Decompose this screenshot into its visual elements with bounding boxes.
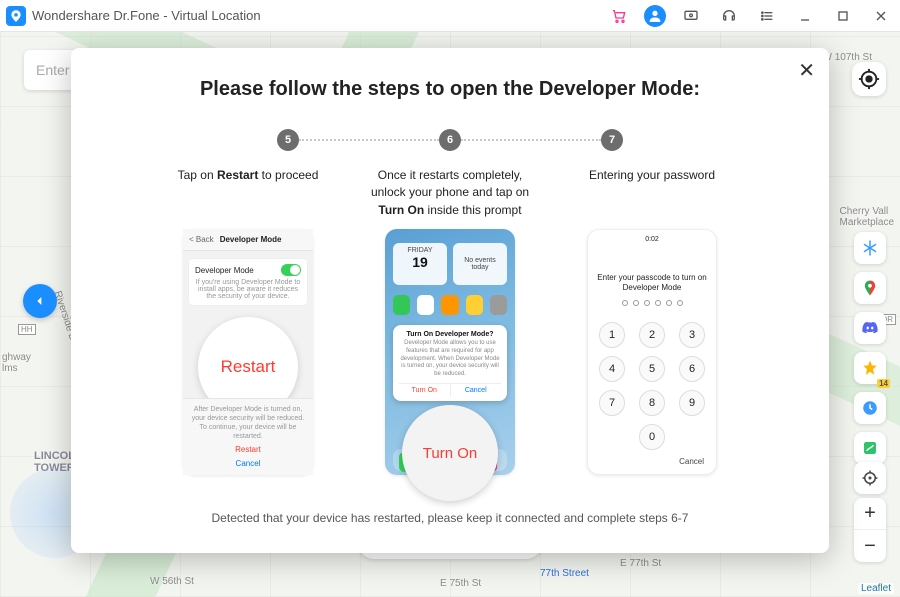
key-8: 8 [639, 390, 665, 416]
step-line [299, 139, 439, 141]
turn-on-prompt: Turn On Developer Mode? Developer Mode a… [393, 325, 507, 401]
phone-mock-turnon: FRIDAY19 No events today Turn On Develop… [385, 229, 515, 475]
key-4: 4 [599, 356, 625, 382]
maximize-button[interactable] [830, 3, 856, 29]
titlebar-actions [606, 3, 894, 29]
key-6: 6 [679, 356, 705, 382]
turnon-callout: Turn On [402, 405, 498, 501]
step-5: Tap on Restart to proceed < Back Develope… [163, 167, 333, 475]
step-dot-6: 6 [439, 129, 461, 151]
step-6-desc: Once it restarts completely, unlock your… [365, 167, 535, 221]
phone3-time: 0:02 [588, 230, 716, 249]
cart-icon[interactable] [606, 3, 632, 29]
key-9: 9 [679, 390, 705, 416]
menu-icon[interactable] [754, 3, 780, 29]
key-2: 2 [639, 322, 665, 348]
app-title: Wondershare Dr.Fone - Virtual Location [32, 8, 606, 23]
toggle-icon [281, 264, 301, 276]
phone1-row-label: Developer Mode [195, 266, 254, 275]
modal-overlay: ✕ Please follow the steps to open the De… [0, 32, 900, 597]
titlebar: Wondershare Dr.Fone - Virtual Location [0, 0, 900, 32]
passcode-dots [588, 300, 716, 306]
phone1-blurb: If you're using Developer Mode to instal… [196, 279, 300, 300]
key-3: 3 [679, 322, 705, 348]
step-indicator: 5 6 7 [111, 129, 789, 151]
support-icon[interactable] [716, 3, 742, 29]
phone1-foot: After Developer Mode is turned on, your … [183, 398, 313, 475]
modal-close-button[interactable]: ✕ [798, 58, 815, 83]
step-line [461, 139, 601, 141]
phone-mock-passcode: 0:02 Enter your passcode to turn onDevel… [587, 229, 717, 475]
modal-back-button[interactable] [23, 284, 57, 318]
phone1-back: < Back [189, 235, 214, 244]
step-7-desc: Entering your password [567, 167, 737, 221]
events-widget: No events today [453, 243, 507, 285]
minimize-button[interactable] [792, 3, 818, 29]
keypad: 1 2 3 4 5 6 7 8 9 0 [588, 322, 716, 450]
key-1: 1 [599, 322, 625, 348]
developer-mode-modal: ✕ Please follow the steps to open the De… [71, 48, 829, 553]
step-5-desc: Tap on Restart to proceed [163, 167, 333, 221]
calendar-widget: FRIDAY19 [393, 243, 447, 285]
key-7: 7 [599, 390, 625, 416]
app-logo-icon [6, 6, 26, 26]
phone-mock-restart: < Back Developer Mode Developer Mode If y… [183, 229, 313, 475]
detected-message: Detected that your device has restarted,… [111, 511, 789, 525]
step-columns: Tap on Restart to proceed < Back Develope… [111, 167, 789, 475]
step-6: Once it restarts completely, unlock your… [365, 167, 535, 475]
phone3-msg: Enter your passcode to turn onDeveloper … [588, 273, 716, 294]
step-dot-5: 5 [277, 129, 299, 151]
step-7: Entering your password 0:02 Enter your p… [567, 167, 737, 475]
close-button[interactable] [868, 3, 894, 29]
key-5: 5 [639, 356, 665, 382]
key-empty [599, 424, 625, 450]
step-dot-7: 7 [601, 129, 623, 151]
modal-title: Please follow the steps to open the Deve… [111, 78, 789, 101]
account-icon[interactable] [644, 5, 666, 27]
key-empty [679, 424, 705, 450]
key-0: 0 [639, 424, 665, 450]
screen-icon[interactable] [678, 3, 704, 29]
phone1-title: Developer Mode [220, 235, 282, 244]
phone3-cancel: Cancel [679, 457, 704, 466]
